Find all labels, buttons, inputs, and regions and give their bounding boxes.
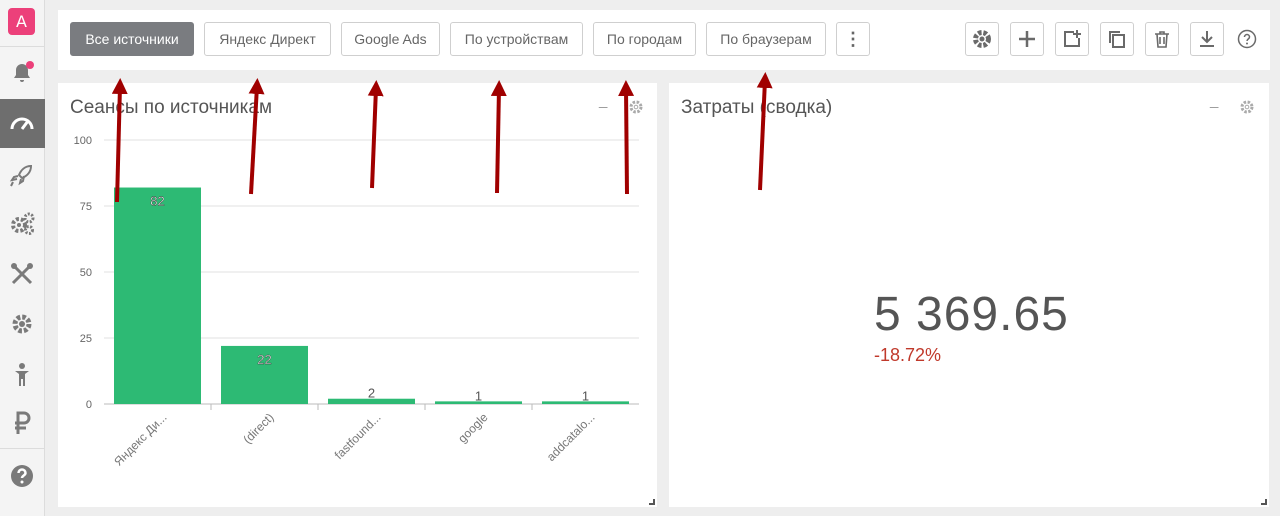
add-widget-button[interactable] [1055, 22, 1089, 56]
tab-by-browsers[interactable]: По браузерам [706, 22, 826, 56]
delete-button[interactable] [1145, 22, 1179, 56]
bell-icon[interactable] [7, 58, 37, 88]
gear-icon [1240, 100, 1254, 114]
copy-icon [1109, 31, 1125, 48]
total-cost-value: 5 369.65 [874, 288, 1069, 341]
more-tabs-button[interactable]: ⋮ [836, 22, 870, 56]
data-label: 22 [257, 352, 271, 367]
tab-yandex-direct[interactable]: Яндекс Директ [204, 22, 331, 56]
divider [0, 46, 44, 47]
tools-icon[interactable] [7, 259, 37, 289]
notification-badge [26, 61, 34, 69]
gears-icon[interactable] [7, 209, 37, 239]
copy-button[interactable] [1100, 22, 1134, 56]
app-logo[interactable]: A [8, 8, 35, 35]
sessions-panel: Сеансы по источникам _ 100 75 50 25 0 82 Яндек… [58, 83, 657, 507]
help-icon [1237, 29, 1257, 49]
settings-icon [973, 30, 991, 48]
bar [114, 187, 201, 404]
y-tick-label: 0 [86, 399, 92, 411]
x-tick-label: google [455, 410, 491, 446]
data-label: 1 [582, 388, 589, 403]
panel-settings-button[interactable] [1239, 99, 1255, 115]
resize-handle[interactable] [1261, 499, 1267, 505]
settings-button[interactable] [965, 22, 999, 56]
costs-panel: Затраты (сводка) _ 5 369.65 -18.72% [669, 83, 1269, 507]
cost-change-percent: -18.72% [874, 345, 942, 365]
x-tick-label: Яндекс Ди... [111, 410, 169, 468]
person-icon[interactable] [7, 360, 37, 390]
help-icon[interactable] [7, 461, 37, 491]
data-label: 82 [150, 194, 164, 209]
y-tick-label: 50 [80, 267, 92, 279]
dashboard-toolbar: Все источники Яндекс Директ Google Ads П… [58, 10, 1270, 70]
tab-all-sources[interactable]: Все источники [70, 22, 194, 56]
gear-icon[interactable] [7, 309, 37, 339]
x-tick-label: addcatalo... [544, 410, 598, 464]
data-label: 1 [475, 388, 482, 403]
help-button[interactable] [1237, 29, 1257, 49]
ruble-icon[interactable] [7, 408, 37, 438]
download-icon [1200, 31, 1214, 47]
resize-handle[interactable] [649, 499, 655, 505]
y-tick-label: 100 [74, 135, 92, 147]
x-tick-label: (direct) [240, 410, 276, 446]
tab-by-cities[interactable]: По городам [593, 22, 696, 56]
delete-icon [1155, 31, 1169, 48]
y-tick-label: 75 [80, 201, 92, 213]
minimize-button[interactable]: _ [1210, 91, 1224, 111]
download-button[interactable] [1190, 22, 1224, 56]
data-label: 2 [368, 386, 375, 401]
add-icon [1019, 31, 1035, 47]
add-button[interactable] [1010, 22, 1044, 56]
divider [0, 448, 44, 449]
tab-google-ads[interactable]: Google Ads [341, 22, 440, 56]
panel-title: Затраты (сводка) [681, 97, 833, 118]
sessions-bar-chart: 100 75 50 25 0 82 Яндекс Ди... 22 (direct) 2 fastf… [74, 135, 639, 469]
tab-by-devices[interactable]: По устройствам [450, 22, 583, 56]
rocket-icon[interactable] [7, 160, 37, 190]
dashboard-icon[interactable] [7, 109, 37, 139]
y-tick-label: 25 [80, 333, 92, 345]
add-widget-icon [1064, 30, 1081, 47]
sidebar: A [0, 0, 45, 516]
x-tick-label: fastfound... [332, 410, 384, 462]
